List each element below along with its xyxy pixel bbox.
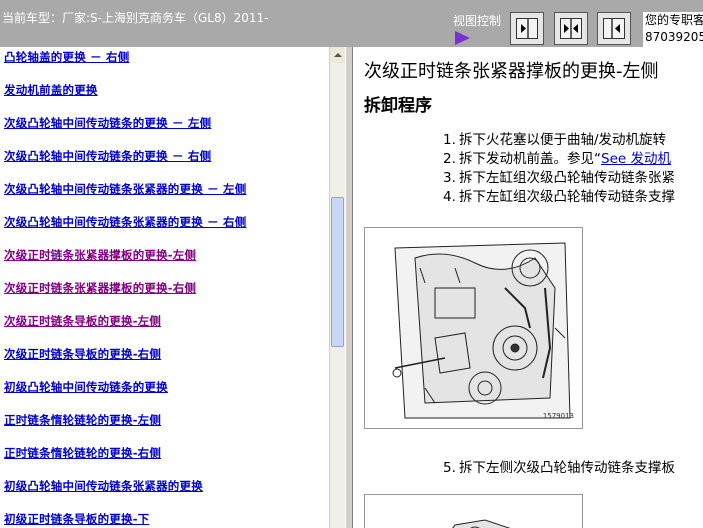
step-text: 拆下发动机前盖。参见 [459, 151, 594, 167]
step-number: 1. [443, 132, 456, 148]
step-item: 3. 拆下左缸组次级凸轮轴传动链条张紧 [443, 169, 675, 188]
step-item: 1. 拆下火花塞以便于曲轴/发动机旋转 [443, 131, 675, 150]
nav-link[interactable]: 初级凸轮轴中间传动链条的更换 [0, 377, 329, 395]
step-number: 2. [443, 151, 456, 167]
nav-list-item: 次级正时链条导板的更换-左侧 [0, 311, 329, 344]
nav-list: 凸轮轴盖的更换 － 右侧 发动机前盖的更换 次级凸轮轴中间传动链条的更换 － 左侧次… [0, 47, 329, 528]
step-text: 拆下左缸组次级凸轮轴传动链条支撑 [459, 189, 675, 205]
step-number: 3. [443, 170, 456, 186]
second-figure-illustration [452, 519, 511, 528]
nav-scrollbar[interactable] [329, 47, 345, 528]
view-left-panel-button[interactable] [597, 12, 631, 45]
step-number: 4. [443, 189, 456, 205]
nav-link[interactable]: 次级凸轮轴中间传动链条张紧器的更换 － 右侧 [0, 212, 329, 230]
document-panel: 次级正时链条张紧器撑板的更换-左侧 拆卸程序 1. 拆下火花塞以便于曲轴/发动机旋… [353, 47, 703, 528]
nav-link[interactable]: 正时链条惰轮链轮的更换-右侧 [0, 443, 329, 461]
figure-code: 1579013 [542, 412, 574, 420]
engine-diagram-figure: 1579013 [364, 227, 583, 429]
step-text: 拆下左侧次级凸轮轴传动链条支撑板 [459, 460, 675, 476]
nav-link[interactable]: 正时链条惰轮链轮的更换-左侧 [0, 410, 329, 428]
scroll-up-button[interactable] [330, 47, 345, 63]
nav-list-item: 次级凸轮轴中间传动链条的更换 － 右侧 [0, 146, 329, 179]
step-item: 5. 拆下左侧次级凸轮轴传动链条支撑板 [443, 456, 675, 476]
step-item: 4. 拆下左缸组次级凸轮轴传动链条支撑 [443, 188, 675, 207]
nav-link[interactable]: 次级正时链条张紧器撑板的更换-右侧 [0, 278, 329, 296]
panel-splitter[interactable] [345, 47, 353, 528]
step-text: 拆下火花塞以便于曲轴/发动机旋转 [459, 132, 667, 148]
nav-link[interactable]: 次级正时链条导板的更换-左侧 [0, 311, 329, 329]
nav-list-item: 正时链条惰轮链轮的更换-左侧 [0, 410, 329, 443]
section-heading: 拆卸程序 [364, 96, 432, 116]
current-vehicle-label: 当前车型：厂家:S-上海别克商务车（GL8）2011- [2, 11, 269, 25]
step-item: 2. 拆下发动机前盖。参见“See 发动机 [443, 150, 675, 169]
nav-link[interactable]: 次级凸轮轴中间传动链条的更换 － 右侧 [0, 146, 329, 164]
panel-split-icon [560, 18, 582, 39]
contact-info: 您的专职客 87039205 [643, 12, 703, 47]
nav-list-item: 次级正时链条张紧器撑板的更换-右侧 [0, 278, 329, 311]
nav-link[interactable]: 次级正时链条张紧器撑板的更换-左侧 [0, 245, 329, 263]
step-text: 拆下左缸组次级凸轮轴传动链条张紧 [459, 170, 675, 186]
second-figure [364, 494, 583, 528]
contact-line-1: 您的专职客 [645, 13, 703, 27]
nav-list-item: 初级凸轮轴中间传动链条张紧器的更换 [0, 476, 329, 509]
nav-list-item: 发动机前盖的更换 [0, 80, 329, 113]
view-split-button[interactable] [554, 12, 588, 45]
view-control-arrow-icon[interactable] [455, 31, 470, 45]
nav-link[interactable]: 初级凸轮轴中间传动链条张紧器的更换 [0, 476, 329, 494]
contact-phone: 87039205 [645, 30, 703, 44]
step-quote: “ [594, 151, 601, 167]
panel-left-icon [603, 18, 625, 39]
nav-link[interactable]: 初级正时链条导板的更换-下 [0, 509, 329, 527]
scroll-thumb[interactable] [331, 197, 344, 347]
nav-link[interactable]: 次级凸轮轴中间传动链条张紧器的更换 － 左侧 [0, 179, 329, 197]
nav-link[interactable]: 凸轮轴盖的更换 － 右侧 [0, 47, 329, 65]
view-right-panel-button[interactable] [510, 12, 544, 45]
nav-list-item: 初级凸轮轴中间传动链条的更换 [0, 377, 329, 410]
nav-list-item: 次级凸轮轴中间传动链条张紧器的更换 － 左侧 [0, 179, 329, 212]
nav-link[interactable]: 次级凸轮轴中间传动链条的更换 － 左侧 [0, 113, 329, 131]
page-title: 次级正时链条张紧器撑板的更换-左侧 [364, 61, 659, 82]
nav-list-item: 次级正时链条导板的更换-右侧 [0, 344, 329, 377]
engine-front-cover-link[interactable]: See 发动机 [601, 151, 671, 167]
nav-list-item: 凸轮轴盖的更换 － 右侧 [0, 47, 329, 80]
nav-list-item: 正时链条惰轮链轮的更换-右侧 [0, 443, 329, 476]
nav-list-item: 次级正时链条张紧器撑板的更换-左侧 [0, 245, 329, 278]
nav-link[interactable]: 次级正时链条导板的更换-右侧 [0, 344, 329, 362]
step-number: 5. [443, 460, 456, 476]
view-control-label: 视图控制 [453, 14, 502, 28]
top-bar: 当前车型：厂家:S-上海别克商务车（GL8）2011- 视图控制 您的专职客 8… [0, 0, 703, 47]
nav-list-item: 次级凸轮轴中间传动链条的更换 － 左侧 [0, 113, 329, 146]
panel-right-icon [516, 18, 538, 39]
engine-diagram-illustration [392, 242, 571, 419]
nav-link[interactable]: 发动机前盖的更换 [0, 80, 329, 98]
navigation-panel: 凸轮轴盖的更换 － 右侧 发动机前盖的更换 次级凸轮轴中间传动链条的更换 － 左侧次… [0, 47, 329, 528]
nav-list-item: 次级凸轮轴中间传动链条张紧器的更换 － 右侧 [0, 212, 329, 245]
procedure-steps: 1. 拆下火花塞以便于曲轴/发动机旋转 2. 拆下发动机前盖。参见“See 发动机 … [443, 131, 675, 207]
nav-list-item: 初级正时链条导板的更换-下 [0, 509, 329, 528]
